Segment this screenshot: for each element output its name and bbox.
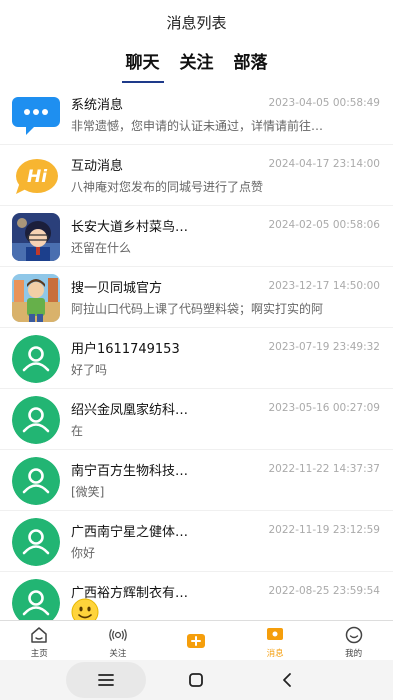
message-name: 绍兴金凤凰家纺科… (71, 403, 189, 418)
message-row[interactable]: 广西南宁星之健体… 2022-11-19 23:12:59 你好 (0, 511, 393, 572)
home-square-icon[interactable] (184, 668, 208, 692)
message-row-official[interactable]: 搜一贝同城官方 2023-12-17 14:50:00 阿拉山口代码上课了代码塑… (0, 267, 393, 328)
message-name: 长安大道乡村菜鸟… (71, 220, 189, 235)
message-name: 互动消息 (71, 159, 124, 174)
svg-text:Hi: Hi (27, 167, 48, 187)
message-preview: 八神庵对您发布的同城号进行了点赞 (71, 180, 264, 194)
back-icon[interactable] (275, 668, 299, 692)
default-user-icon (12, 335, 60, 383)
message-row[interactable]: 广西裕方辉制衣有… 2022-08-25 23:59:54 (0, 572, 393, 620)
hi-bubble-icon: Hi (12, 152, 60, 200)
default-user-icon (12, 396, 60, 444)
bottom-tab-bar: 主页 关注 消息 我的 (0, 620, 393, 660)
message-name: 系统消息 (71, 98, 124, 113)
message-icon (266, 626, 284, 644)
default-user-icon (12, 579, 60, 620)
tabbar-label: 关注 (109, 649, 127, 659)
tab-follow[interactable]: 关注 (180, 48, 214, 79)
tabbar-profile[interactable]: 我的 (314, 621, 393, 660)
message-time: 2022-11-22 14:37:37 (268, 463, 380, 475)
tabbar-home[interactable]: 主页 (0, 621, 79, 660)
message-preview: 在 (71, 424, 84, 438)
message-name: 搜一贝同城官方 (71, 281, 163, 296)
message-name: 广西南宁星之健体… (71, 525, 189, 540)
message-time: 2023-12-17 14:50:00 (268, 280, 380, 292)
message-row[interactable]: 南宁百方生物科技… 2022-11-22 14:37:37 [微笑] (0, 450, 393, 511)
cartoon-figure-photo (12, 274, 60, 322)
message-list[interactable]: 系统消息 2023-04-05 00:58:49 非常遗憾，您申请的认证未通过，… (0, 84, 393, 620)
tabbar-label: 主页 (30, 649, 48, 659)
message-preview: [微笑] (71, 485, 105, 499)
tabbar-label: 消息 (266, 649, 284, 659)
header: 消息列表 聊天 关注 部落 (0, 0, 393, 84)
tabbar-publish[interactable] (157, 621, 236, 660)
default-user-icon (12, 457, 60, 505)
tabbar-label: 我的 (345, 649, 363, 659)
message-name: 用户1611749153 (71, 342, 180, 357)
home-icon (30, 626, 48, 644)
message-time: 2024-02-05 00:58:06 (268, 219, 380, 231)
message-time: 2024-04-17 23:14:00 (268, 158, 380, 170)
message-row[interactable]: 长安大道乡村菜鸟… 2024-02-05 00:58:06 还留在什么 (0, 206, 393, 267)
tab-chat[interactable]: 聊天 (121, 48, 164, 83)
page-title: 消息列表 (166, 14, 227, 32)
message-preview: 好了吗 (71, 363, 108, 377)
message-name: 南宁百方生物科技… (71, 464, 189, 479)
message-row-system[interactable]: 系统消息 2023-04-05 00:58:49 非常遗憾，您申请的认证未通过，… (0, 84, 393, 145)
publish-plus-icon (187, 632, 206, 650)
message-preview (71, 598, 379, 620)
broadcast-icon (109, 626, 127, 644)
tabbar-messages[interactable]: 消息 (236, 621, 315, 660)
smile-emoji (71, 598, 99, 620)
message-row-interaction[interactable]: Hi 互动消息 2024-04-17 23:14:00 八神庵对您发布的同城号进… (0, 145, 393, 206)
message-time: 2023-07-19 23:49:32 (268, 341, 380, 353)
message-preview: 阿拉山口代码上课了代码塑料袋；啊实打实的阿 (71, 302, 324, 316)
message-row[interactable]: 用户1611749153 2023-07-19 23:49:32 好了吗 (0, 328, 393, 389)
anime-character-photo (12, 213, 60, 261)
message-time: 2023-05-16 00:27:09 (268, 402, 380, 414)
message-preview: 非常遗憾，您申请的认证未通过，详情请前往… (71, 119, 324, 133)
tabbar-follow[interactable]: 关注 (79, 621, 158, 660)
message-time: 2023-04-05 00:58:49 (268, 97, 380, 109)
system-navigation-bar (0, 660, 393, 700)
menu-icon[interactable] (94, 668, 118, 692)
message-time: 2022-08-25 23:59:54 (268, 585, 380, 597)
message-time: 2022-11-19 23:12:59 (268, 524, 380, 536)
message-preview: 还留在什么 (71, 241, 132, 255)
system-chat-bubble-icon (12, 91, 60, 139)
message-row[interactable]: 绍兴金凤凰家纺科… 2023-05-16 00:27:09 在 (0, 389, 393, 450)
tab-bar: 聊天 关注 部落 (0, 48, 393, 83)
message-preview: 你好 (71, 546, 96, 560)
default-user-icon (12, 518, 60, 566)
profile-face-icon (345, 626, 363, 644)
tab-tribe[interactable]: 部落 (234, 48, 268, 79)
